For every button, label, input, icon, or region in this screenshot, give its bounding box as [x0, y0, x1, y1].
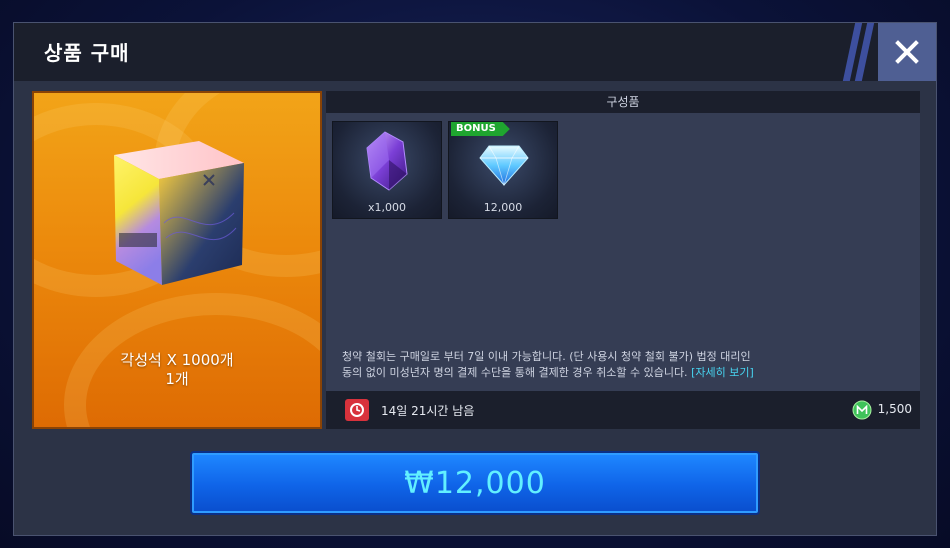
mileage-coin-icon — [852, 400, 872, 420]
refund-notice: 청약 철회는 구매일로 부터 7일 이내 가능합니다. (단 사용시 청약 철회… — [342, 349, 912, 381]
blue-diamond-icon — [479, 145, 529, 186]
item-slot-diamond[interactable]: BONUS 12,000 — [448, 121, 558, 219]
dialog-header: 상품 구매 — [14, 23, 936, 81]
item-quantity: x1,000 — [367, 201, 406, 214]
close-button[interactable] — [878, 23, 936, 81]
buy-button[interactable]: ₩12,000 — [192, 453, 758, 513]
contents-panel: 구성품 x1,000 BONUS 12,000 청약 철회는 구매일로 부터 7… — [326, 91, 920, 429]
contents-header: 구성품 — [326, 91, 920, 113]
close-icon — [895, 40, 919, 64]
contents-footer: 14일 21시간 남음 1,500 — [326, 391, 920, 429]
dialog-title: 상품 구매 — [44, 41, 130, 65]
purple-crystal-icon — [366, 131, 408, 191]
product-count: 1개 — [165, 370, 189, 388]
gradient-box-icon — [114, 141, 244, 285]
timer-icon — [345, 399, 369, 421]
bonus-badge: BONUS — [451, 122, 510, 136]
product-title: 각성석 X 1000개 — [120, 351, 234, 369]
product-name: 각성석 X 1000개 1개 — [34, 351, 320, 389]
price-label: ₩12,000 — [404, 465, 546, 501]
item-slot-crystal[interactable]: x1,000 — [332, 121, 442, 219]
details-link[interactable]: [자세히 보기] — [691, 366, 754, 379]
notice-line: 청약 철회는 구매일로 부터 7일 이내 가능합니다. (단 사용시 청약 철회… — [342, 350, 751, 363]
mileage-value: 1,500 — [877, 402, 912, 416]
item-quantity: 12,000 — [483, 201, 523, 214]
notice-line: 동의 없이 미성년자 명의 결제 수단을 통해 결제한 경우 취소할 수 있습니… — [342, 365, 912, 381]
time-remaining: 14일 21시간 남음 — [381, 404, 475, 418]
notice-line-text: 동의 없이 미성년자 명의 결제 수단을 통해 결제한 경우 취소할 수 있습니… — [342, 366, 688, 379]
product-card: 각성석 X 1000개 1개 — [32, 91, 322, 429]
purchase-dialog: 상품 구매 각성석 X 1000개 1개 구성품 x1,000 BONUS 12… — [13, 22, 937, 536]
